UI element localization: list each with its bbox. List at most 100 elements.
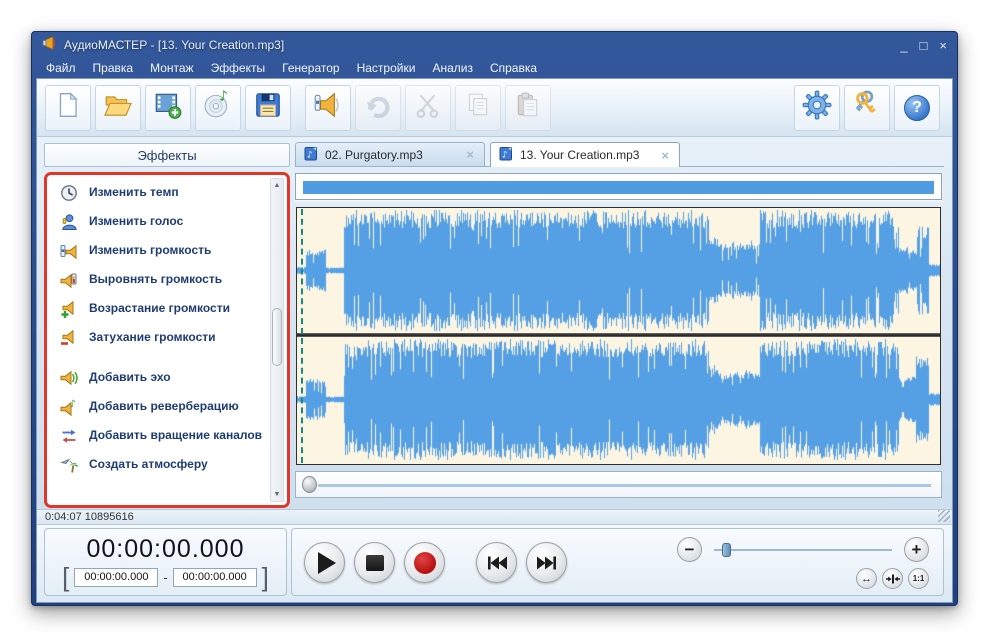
cd-note-icon: ♪ bbox=[203, 89, 233, 125]
waveform-channel-right[interactable] bbox=[297, 337, 940, 462]
desktop: АудиоМАСТЕР - [13. Your Creation.mp3] _ … bbox=[0, 0, 990, 638]
menu-item[interactable]: Генератор bbox=[282, 61, 339, 75]
effect-item-add-echo[interactable]: Добавить эхо bbox=[49, 363, 269, 392]
effect-item-change-voice[interactable]: Изменить голос bbox=[49, 207, 269, 236]
import-video-button[interactable] bbox=[145, 84, 191, 131]
help-button[interactable]: ? bbox=[894, 84, 940, 131]
skip-end-button[interactable] bbox=[526, 542, 567, 583]
range-end-field[interactable] bbox=[172, 567, 257, 587]
tab-label: 02. Purgatory.mp3 bbox=[325, 147, 423, 162]
playback-controls bbox=[304, 542, 567, 583]
film-plus-icon bbox=[153, 90, 183, 125]
waveform-channel-left[interactable] bbox=[297, 208, 940, 333]
menu-item[interactable]: Монтаж bbox=[150, 61, 194, 75]
playback-cursor bbox=[301, 209, 303, 463]
effect-label: Создать атмосферу bbox=[89, 456, 208, 471]
license-key-button[interactable] bbox=[844, 84, 890, 131]
range-separator: - bbox=[163, 569, 168, 585]
menu-item[interactable]: Файл bbox=[46, 61, 76, 75]
seek-thumb[interactable] bbox=[302, 476, 317, 493]
floppy-icon bbox=[253, 90, 283, 125]
effect-label: Изменить громкость bbox=[89, 242, 212, 257]
resize-grip[interactable] bbox=[938, 510, 950, 522]
new-file-button[interactable] bbox=[45, 84, 91, 131]
open-folder-icon bbox=[103, 91, 133, 124]
effect-item-normalize[interactable]: Выровнять громкость bbox=[49, 265, 269, 294]
fit-selection-button[interactable] bbox=[882, 568, 903, 589]
save-file-button[interactable] bbox=[245, 84, 291, 131]
paste-button bbox=[505, 84, 551, 131]
menu-item[interactable]: Настройки bbox=[357, 61, 416, 75]
effect-label: Добавить реверберацию bbox=[89, 398, 239, 413]
zoom-out-button[interactable]: − bbox=[677, 537, 702, 562]
range-start-field[interactable] bbox=[74, 567, 159, 587]
zoom-in-button[interactable]: + bbox=[904, 537, 929, 562]
fit-width-button[interactable]: ↔ bbox=[856, 568, 877, 589]
waveform-panel[interactable] bbox=[296, 207, 941, 465]
tab-close-icon[interactable]: × bbox=[661, 148, 669, 163]
scrollbar-thumb[interactable] bbox=[272, 307, 282, 366]
zoom-thumb[interactable] bbox=[722, 542, 731, 557]
effect-item-channel-rotation[interactable]: Добавить вращение каналов bbox=[49, 421, 269, 450]
volume-mixer-button[interactable] bbox=[305, 84, 351, 131]
effects-panel-header[interactable]: Эффекты bbox=[44, 143, 290, 167]
effect-label: Затухание громкости bbox=[89, 329, 216, 344]
change-tempo-icon bbox=[59, 183, 79, 203]
skip-start-button[interactable] bbox=[476, 542, 517, 583]
effect-item-create-atmosphere[interactable]: Создать атмосферу bbox=[49, 450, 269, 479]
menu-item[interactable]: Анализ bbox=[432, 61, 473, 75]
scroll-up-icon[interactable]: ▲ bbox=[271, 179, 283, 192]
effect-label: Возрастание громкости bbox=[89, 300, 230, 315]
effect-item-add-reverb[interactable]: ♪ Добавить реверберацию bbox=[49, 392, 269, 421]
tab-your-creation[interactable]: ♪ 13. Your Creation.mp3 × bbox=[490, 142, 680, 167]
one-to-one-button[interactable]: 1:1 bbox=[908, 568, 929, 589]
add-reverb-icon: ♪ bbox=[59, 397, 79, 417]
scroll-down-icon[interactable]: ▼ bbox=[271, 488, 283, 501]
selection-range: [ - ] bbox=[45, 562, 286, 592]
play-icon bbox=[317, 551, 336, 574]
menu-item[interactable]: Эффекты bbox=[211, 61, 266, 75]
copy-button bbox=[455, 84, 501, 131]
skip-start-icon bbox=[487, 556, 507, 569]
effect-item-partial bbox=[49, 479, 269, 502]
stop-button[interactable] bbox=[354, 542, 395, 583]
seek-slider[interactable] bbox=[295, 471, 942, 498]
music-file-icon: ♪ bbox=[304, 146, 318, 164]
close-button[interactable]: × bbox=[939, 39, 947, 52]
tab-purgatory[interactable]: ♪ 02. Purgatory.mp3 × bbox=[295, 142, 485, 166]
menu-item[interactable]: Справка bbox=[490, 61, 537, 75]
change-voice-icon bbox=[59, 212, 79, 232]
menu-item[interactable]: Правка bbox=[93, 61, 134, 75]
effect-item-fade-in[interactable]: Возрастание громкости bbox=[49, 294, 269, 323]
effect-item-change-tempo[interactable]: Изменить темп bbox=[49, 178, 269, 207]
overview-bar[interactable] bbox=[295, 173, 942, 200]
minimize-button[interactable]: _ bbox=[900, 39, 907, 52]
undo-arrow-icon bbox=[363, 90, 393, 125]
app-window: АудиоМАСТЕР - [13. Your Creation.mp3] _ … bbox=[31, 31, 958, 606]
effects-scrollbar[interactable]: ▲ ▼ bbox=[270, 178, 284, 502]
effects-panel: Изменить темп Изменить голос Изменить гром… bbox=[44, 172, 290, 508]
maximize-button[interactable]: □ bbox=[920, 39, 928, 52]
scissors-icon bbox=[414, 91, 442, 124]
seek-track[interactable] bbox=[318, 484, 931, 487]
zoom-track[interactable] bbox=[714, 542, 892, 557]
gear-icon bbox=[801, 89, 833, 126]
status-text: 0:04:07 10895616 bbox=[45, 511, 134, 523]
stop-icon bbox=[365, 554, 384, 571]
open-file-button[interactable] bbox=[95, 84, 141, 131]
record-button[interactable] bbox=[404, 542, 445, 583]
time-group: 00:00:00.000 [ - ] bbox=[44, 528, 287, 596]
view-buttons: ↔ 1:1 bbox=[856, 568, 929, 589]
effect-item-fade-out[interactable]: Затухание громкости bbox=[49, 323, 269, 352]
grab-cd-button[interactable]: ♪ bbox=[195, 84, 241, 131]
effect-item-change-volume[interactable]: Изменить громкость bbox=[49, 236, 269, 265]
playback-group: − + ↔ 1:1 bbox=[291, 528, 944, 596]
effects-list: Изменить темп Изменить голос Изменить гром… bbox=[49, 178, 269, 502]
range-open-bracket: [ bbox=[62, 562, 70, 592]
channel-rotation-icon bbox=[59, 426, 79, 446]
title-bar[interactable]: АудиоМАСТЕР - [13. Your Creation.mp3] _ … bbox=[36, 32, 953, 58]
settings-button[interactable] bbox=[794, 84, 840, 131]
tab-close-icon[interactable]: × bbox=[466, 147, 474, 162]
play-button[interactable] bbox=[304, 542, 345, 583]
paste-clipboard-icon bbox=[514, 91, 542, 124]
